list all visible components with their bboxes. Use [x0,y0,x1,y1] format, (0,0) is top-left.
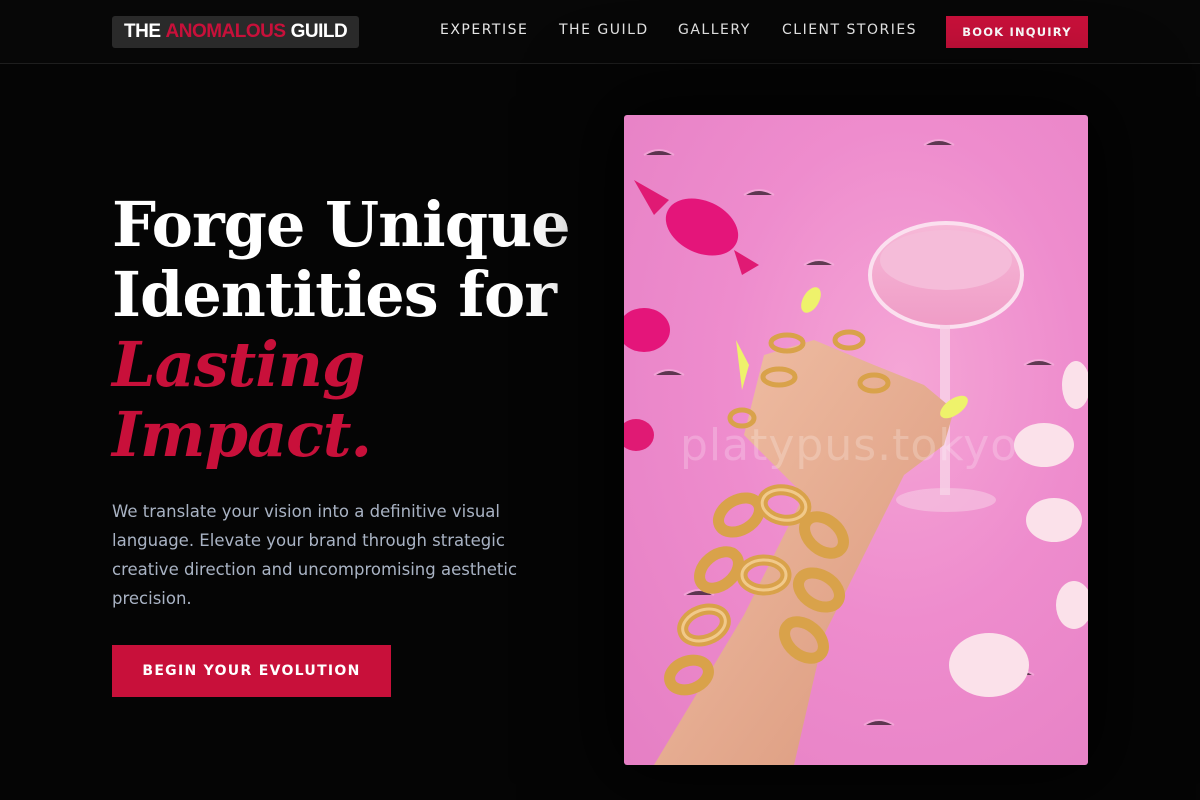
hero-title: Forge Unique Identities for Lasting Impa… [112,190,592,470]
candy-shape [634,180,759,275]
logo-word-anomalous: ANOMALOUS [165,21,287,42]
hero-image: platypus.tokyo [624,115,1088,765]
hero-title-accent-2: Impact. [112,398,372,471]
begin-evolution-button[interactable]: BEGIN YOUR EVOLUTION [112,645,391,697]
book-inquiry-button[interactable]: BOOK INQUIRY [946,16,1088,48]
hero-subtitle: We translate your vision into a definiti… [112,502,518,608]
hero-title-line-1: Forge Unique [112,188,571,261]
hero-title-accent-1: Lasting [112,328,365,401]
logo-word-the: THE [124,21,161,42]
nav-the-guild[interactable]: THE GUILD [559,22,649,38]
nav-expertise[interactable]: EXPERTISE [440,22,528,38]
hero-title-line-2: Identities for [112,258,557,331]
nav-client-stories[interactable]: CLIENT STORIES [782,22,917,38]
site-header: THE ANOMALOUS GUILD EXPERTISE THE GUILD GA… [0,0,1200,64]
nav-gallery[interactable]: GALLERY [678,22,751,38]
image-watermark: platypus.tokyo [680,420,1019,471]
brand-logo[interactable]: THE ANOMALOUS GUILD [112,16,360,48]
logo-word-guild: GUILD [290,21,348,42]
